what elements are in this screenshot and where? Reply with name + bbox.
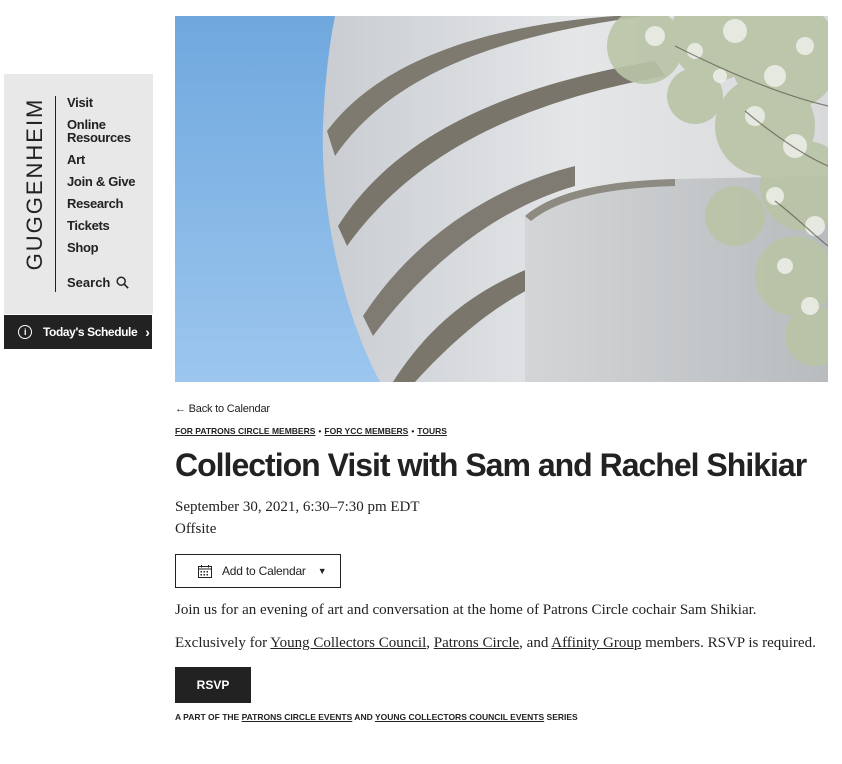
young-collectors-council-link[interactable]: Young Collectors Council bbox=[270, 635, 426, 651]
event-series: A PART OF THE PATRONS CIRCLE EVENTS AND … bbox=[175, 712, 578, 722]
logo-text: GUGGENHEIM bbox=[22, 97, 47, 271]
tag-ycc-members[interactable]: FOR YCC MEMBERS bbox=[324, 426, 408, 436]
search-icon bbox=[116, 276, 130, 289]
info-icon: i bbox=[18, 325, 32, 339]
ycc-events-link[interactable]: YOUNG COLLECTORS COUNCIL EVENTS bbox=[375, 712, 544, 722]
event-date: September 30, 2021, 6:30–7:30 pm EDT bbox=[175, 499, 420, 515]
patrons-circle-link[interactable]: Patrons Circle bbox=[434, 635, 519, 651]
nav-item-shop[interactable]: Shop bbox=[67, 241, 137, 254]
caret-down-icon: ▼ bbox=[317, 566, 327, 576]
back-to-calendar-link[interactable]: ← Back to Calendar bbox=[175, 403, 270, 415]
event-eligibility: Exclusively for Young Collectors Council… bbox=[175, 635, 816, 651]
guggenheim-building-image bbox=[175, 16, 828, 382]
search-label: Search bbox=[67, 275, 111, 290]
sidebar: GUGGENHEIM Visit Online Resources Art Jo… bbox=[4, 74, 153, 314]
add-to-calendar-label: Add to Calendar bbox=[222, 564, 306, 578]
todays-schedule-button[interactable]: i Today's Schedule › bbox=[4, 315, 152, 349]
nav-item-art[interactable]: Art bbox=[67, 153, 137, 166]
search-button[interactable]: Search bbox=[67, 275, 130, 290]
affinity-group-link[interactable]: Affinity Group bbox=[551, 635, 641, 651]
chevron-right-icon: › bbox=[145, 324, 150, 340]
hero-image bbox=[175, 16, 828, 382]
patrons-circle-events-link[interactable]: PATRONS CIRCLE EVENTS bbox=[242, 712, 353, 722]
guggenheim-logo[interactable]: GUGGENHEIM bbox=[15, 96, 55, 272]
rsvp-button[interactable]: RSVP bbox=[175, 667, 251, 703]
logo-divider bbox=[55, 96, 56, 292]
add-to-calendar-button[interactable]: Add to Calendar ▼ bbox=[175, 554, 341, 588]
event-title: Collection Visit with Sam and Rachel Shi… bbox=[175, 447, 807, 483]
nav-item-research[interactable]: Research bbox=[67, 197, 137, 210]
calendar-icon bbox=[198, 564, 212, 578]
event-description: Join us for an evening of art and conver… bbox=[175, 602, 757, 618]
tag-tours[interactable]: TOURS bbox=[417, 426, 447, 436]
tag-patrons-circle-members[interactable]: FOR PATRONS CIRCLE MEMBERS bbox=[175, 426, 315, 436]
nav-item-visit[interactable]: Visit bbox=[67, 96, 137, 109]
nav-item-online-resources[interactable]: Online Resources bbox=[67, 118, 137, 144]
main-nav: Visit Online Resources Art Join & Give R… bbox=[67, 96, 137, 263]
todays-schedule-label: Today's Schedule bbox=[43, 325, 138, 339]
event-location: Offsite bbox=[175, 521, 217, 537]
nav-item-join-give[interactable]: Join & Give bbox=[67, 175, 137, 188]
event-tags: FOR PATRONS CIRCLE MEMBERS • FOR YCC MEMBE… bbox=[175, 426, 447, 436]
nav-item-tickets[interactable]: Tickets bbox=[67, 219, 137, 232]
